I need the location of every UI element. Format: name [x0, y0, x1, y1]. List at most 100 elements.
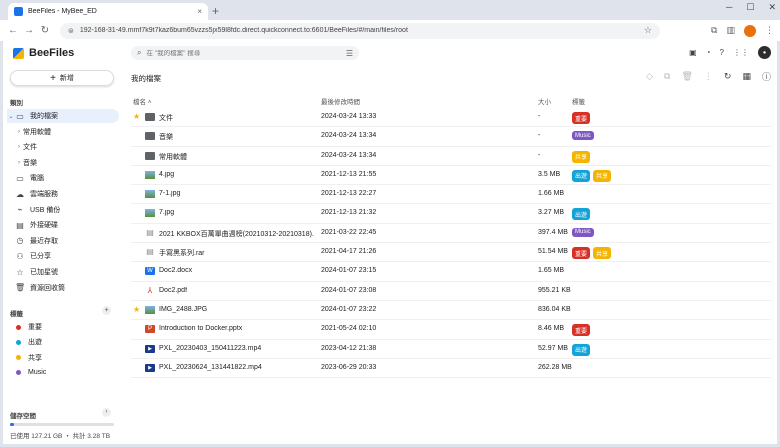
- help-icon[interactable]: ?: [720, 48, 724, 57]
- file-name[interactable]: PXL_20230403_150411223.mp4: [159, 345, 314, 352]
- user-avatar[interactable]: ●: [758, 46, 771, 59]
- copy-action-icon[interactable]: ⧉: [664, 71, 670, 82]
- sidebar-item-label: 我的檔案: [30, 113, 58, 120]
- tag-badge[interactable]: 重要: [572, 324, 591, 337]
- sidebar-item[interactable]: ▤ 外接硬碟: [7, 218, 119, 232]
- file-name[interactable]: Doc2.docx: [159, 267, 314, 274]
- add-tag-button[interactable]: +: [102, 306, 111, 315]
- tag-action-icon[interactable]: ◇: [646, 71, 653, 82]
- file-name[interactable]: 7.jpg: [159, 209, 314, 216]
- file-name[interactable]: 手寫黑系列.rar: [159, 248, 314, 258]
- storage-status-icon[interactable]: ▣: [689, 48, 697, 57]
- tag-item[interactable]: Music: [7, 366, 119, 380]
- tag-badge[interactable]: Music: [572, 131, 594, 141]
- tag-item[interactable]: 共享: [7, 351, 119, 365]
- more-action-icon[interactable]: ⋮: [704, 71, 713, 82]
- file-row[interactable]: ▤ 手寫黑系列.rar 2021-04-17 21:26 51.54 MB 重要 共享: [131, 243, 771, 263]
- app-logo[interactable]: BeeFiles: [13, 47, 74, 59]
- refresh-icon[interactable]: ↻: [724, 71, 732, 82]
- extensions-icon[interactable]: ⧉: [711, 25, 717, 36]
- column-header-date[interactable]: 最後修改時間: [321, 96, 360, 106]
- tag-badge[interactable]: 共享: [593, 247, 612, 260]
- filter-icon[interactable]: ☰: [346, 49, 353, 58]
- sidebar-item[interactable]: ⚇ 已分享: [7, 249, 119, 263]
- file-name[interactable]: Introduction to Docker.pptx: [159, 325, 314, 332]
- file-name[interactable]: PXL_20230624_131441822.mp4: [159, 364, 314, 371]
- tag-badge[interactable]: Music: [572, 227, 594, 237]
- url-text[interactable]: 192-168-31-49.mmf7k9t7kaz6bum65vzzs5jx59…: [80, 27, 644, 34]
- file-row[interactable]: ▶ PXL_20230403_150411223.mp4 2023-04-12 21…: [131, 340, 771, 359]
- sidebar-item[interactable]: ▭ 電腦: [7, 171, 119, 185]
- file-name[interactable]: IMG_2488.JPG: [159, 306, 314, 313]
- file-row[interactable]: ▤ 2021 KKBOX百萬單曲週榜(20210312-20210318)... 2…: [131, 224, 771, 244]
- file-row[interactable]: 常用軟體 2024-03-24 13:34 - 共享: [131, 147, 771, 166]
- file-name[interactable]: 7-1.jpg: [159, 190, 314, 197]
- sidebar-item[interactable]: ⌁ USB 備份: [7, 203, 119, 217]
- file-row[interactable]: ★ 文件 2024-03-24 13:33 - 重要: [131, 108, 771, 128]
- tag-badge[interactable]: 共享: [572, 150, 591, 163]
- back-icon[interactable]: ←: [6, 25, 20, 36]
- file-row[interactable]: 7-1.jpg 2021-12-13 22:27 1.66 MB: [131, 185, 771, 205]
- file-name[interactable]: 音樂: [159, 132, 314, 142]
- forward-icon[interactable]: →: [22, 25, 36, 36]
- starred-icon[interactable]: ★: [133, 305, 142, 314]
- file-name[interactable]: Doc2.pdf: [159, 287, 314, 294]
- file-row[interactable]: 音樂 2024-03-24 13:34 - Music: [131, 127, 771, 147]
- file-row[interactable]: P Introduction to Docker.pptx 2021-05-24 0…: [131, 320, 771, 340]
- new-button[interactable]: + 新增: [10, 70, 114, 86]
- tab-close-icon[interactable]: ×: [197, 7, 202, 16]
- word-file-icon: W: [145, 267, 155, 276]
- file-name[interactable]: 2021 KKBOX百萬單曲週榜(20210312-20210318)...: [159, 229, 314, 239]
- close-window-icon[interactable]: ✕: [768, 2, 776, 13]
- column-header-name[interactable]: 檔名 ˄: [133, 96, 152, 106]
- apps-grid-icon[interactable]: ⋮⋮: [733, 48, 749, 57]
- tag-badge[interactable]: 重要: [572, 112, 591, 124]
- browser-tab[interactable]: BeeFiles - MyBee_ED ×: [8, 3, 208, 20]
- file-size: 262.28 MB: [538, 363, 572, 371]
- new-tab-button[interactable]: +: [212, 4, 219, 18]
- sidebar-item[interactable]: ☁ 雲端服務: [7, 187, 119, 201]
- file-name[interactable]: 常用軟體: [159, 152, 314, 162]
- file-name[interactable]: 文件: [159, 113, 314, 123]
- tag-badge[interactable]: 重要: [572, 247, 591, 260]
- maximize-icon[interactable]: ☐: [746, 2, 754, 13]
- file-row[interactable]: ▶ PXL_20230624_131441822.mp4 2023-06-29 20…: [131, 359, 771, 379]
- tag-badge[interactable]: 出遊: [572, 169, 591, 182]
- tag-badge[interactable]: 出遊: [572, 208, 591, 221]
- delete-action-icon[interactable]: 🗑: [681, 71, 692, 82]
- column-header-size[interactable]: 大小: [538, 96, 551, 106]
- file-row[interactable]: W Doc2.docx 2024-01-07 23:15 1.65 MB: [131, 262, 771, 282]
- starred-icon[interactable]: ★: [133, 112, 142, 121]
- tag-item[interactable]: 出遊: [7, 335, 119, 349]
- notification-bell-icon[interactable]: ◔: [706, 48, 711, 57]
- profile-avatar[interactable]: [744, 24, 756, 37]
- tag-badge[interactable]: 出遊: [572, 343, 591, 356]
- search-bar[interactable]: ⌕ ☰: [131, 46, 359, 60]
- sidebar-item[interactable]: › 文件: [7, 140, 119, 154]
- sidebar-item[interactable]: › 常用軟體: [7, 125, 119, 139]
- file-row[interactable]: ★ IMG_2488.JPG 2024-01-07 23:22 836.04 KB: [131, 301, 771, 321]
- info-panel-icon[interactable]: ⓘ: [762, 70, 771, 83]
- sidepanel-icon[interactable]: ▥: [726, 25, 735, 36]
- file-row[interactable]: ⅄ Doc2.pdf 2024-01-07 23:08 955.21 KB: [131, 282, 771, 301]
- file-name[interactable]: 4.jpg: [159, 171, 314, 178]
- bookmark-star-icon[interactable]: ☆: [644, 25, 652, 36]
- sidebar-item[interactable]: ◷ 最近存取: [7, 234, 119, 248]
- grid-view-icon[interactable]: ▦: [742, 71, 751, 82]
- sidebar-item[interactable]: 🗑 資源回收筒: [7, 281, 119, 295]
- tag-badge[interactable]: 共享: [593, 169, 612, 182]
- search-input[interactable]: [146, 49, 346, 57]
- sidebar-item[interactable]: ⌄ ▭ 我的檔案: [7, 109, 119, 123]
- address-bar[interactable]: ⊜ 192-168-31-49.mmf7k9t7kaz6bum65vzzs5jx…: [60, 22, 660, 39]
- file-row[interactable]: 7.jpg 2021-12-13 21:32 3.27 MB 出遊: [131, 204, 771, 224]
- column-header-tags[interactable]: 標籤: [572, 96, 585, 106]
- reload-icon[interactable]: ↻: [38, 25, 52, 36]
- minimize-icon[interactable]: ─: [726, 2, 732, 13]
- file-row[interactable]: 4.jpg 2021-12-13 21:55 3.5 MB 出遊 共享: [131, 166, 771, 186]
- tag-item[interactable]: 重要: [7, 320, 119, 334]
- browser-menu-icon[interactable]: ⋮: [765, 25, 774, 36]
- site-info-icon[interactable]: ⊜: [68, 27, 74, 35]
- sidebar-item[interactable]: ☆ 已加星號: [7, 265, 119, 279]
- sidebar-item[interactable]: › 音樂: [7, 156, 119, 170]
- storage-arrow-icon[interactable]: ›: [102, 408, 111, 417]
